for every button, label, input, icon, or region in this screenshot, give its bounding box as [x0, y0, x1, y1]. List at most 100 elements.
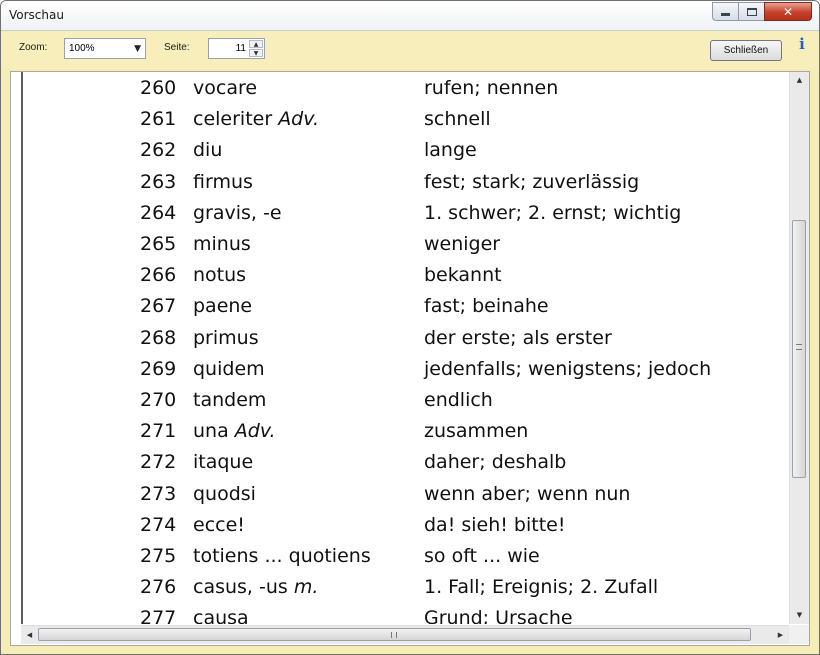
vocab-german: fest; stark; zuverlässig	[424, 170, 640, 193]
vocab-row: 260 vocare rufen; nennen	[23, 74, 788, 105]
vocab-german: fast; beinahe	[424, 295, 549, 318]
vocab-latin: primus	[193, 327, 259, 349]
scrollbar-corner	[789, 625, 809, 644]
vocab-latin-word: ecce!	[193, 513, 245, 536]
scroll-down-icon[interactable]: ▼	[790, 607, 809, 624]
vocab-latin: totiens ... quotiens	[193, 545, 371, 567]
vocab-latin-word: firmus	[193, 170, 253, 193]
vocab-latin-word: minus	[193, 233, 251, 255]
vocab-number: 276	[140, 576, 177, 599]
vocab-german: rufen; nennen	[424, 77, 559, 99]
vocab-latin-word: totiens ... quotiens	[193, 545, 371, 567]
horizontal-scrollbar[interactable]: ◀ ▶	[21, 625, 789, 644]
vocab-latin-word: causa	[193, 607, 249, 624]
vocab-german: jedenfalls; wenigstens; jedoch	[424, 357, 712, 380]
vocab-german: 1. schwer; 2. ernst; wichtig	[424, 201, 682, 224]
vocab-german: der erste; als erster	[424, 326, 612, 349]
close-button[interactable]: Schließen	[710, 40, 782, 61]
vocab-row: 269 quidem jedenfalls; wenigstens; jedoch	[23, 355, 788, 386]
vocab-latin: notus	[193, 264, 246, 286]
vocab-number: 268	[140, 326, 177, 349]
chevron-down-icon: ▼	[134, 44, 141, 54]
vocab-latin: quidem	[193, 358, 265, 380]
maximize-button[interactable]	[738, 2, 765, 21]
window-title: Vorschau	[9, 8, 64, 22]
vocab-german: da! sieh! bitte!	[424, 513, 566, 536]
zoom-label: Zoom:	[19, 42, 48, 53]
preview-window: Vorschau ✕ Zoom: 100% ▼ Seite: 11 ▲ ▼ Sc…	[0, 0, 820, 655]
vocab-german: lange	[424, 139, 477, 162]
page-stepper[interactable]: 11 ▲ ▼	[208, 38, 265, 59]
vertical-scroll-thumb[interactable]	[792, 220, 806, 478]
title-bar[interactable]: Vorschau ✕	[1, 1, 819, 31]
vocab-latin-word: quidem	[193, 357, 265, 380]
vocab-row: 267 paene fast; beinahe	[23, 292, 788, 323]
spin-up-icon[interactable]: ▲	[249, 40, 263, 48]
vocab-number: 267	[140, 295, 177, 318]
vocab-row: 276 casus, -us m. 1. Fall; Ereignis; 2. Zu…	[23, 573, 788, 604]
scroll-left-icon[interactable]: ◀	[21, 626, 38, 644]
info-icon[interactable]: i	[796, 35, 808, 53]
vocab-number: 273	[140, 482, 177, 505]
vocab-latin-word: quodsi	[193, 482, 256, 505]
vocab-german: weniger	[424, 233, 501, 255]
vocab-latin: itaque	[193, 451, 253, 473]
vocab-german: wenn aber; wenn nun	[424, 482, 631, 505]
vocab-latin-word: tandem	[193, 389, 267, 411]
vocab-grammar-note: m.	[293, 576, 319, 599]
vocab-latin: diu	[193, 139, 222, 161]
vocab-number: 277	[140, 607, 177, 624]
window-close-button[interactable]: ✕	[764, 2, 812, 21]
vocab-latin: tandem	[193, 389, 266, 411]
vocab-german: zusammen	[424, 420, 529, 443]
vocab-latin-word: primus	[193, 326, 259, 349]
close-icon: ✕	[782, 4, 794, 19]
vocab-number: 262	[140, 139, 177, 162]
vocab-latin: ecce!	[193, 514, 245, 536]
vocab-latin-word: itaque	[193, 451, 254, 474]
vocab-latin: casus, -us m.	[193, 576, 318, 598]
vocab-row: 263 firmus fest; stark; zuverlässig	[23, 168, 788, 199]
vocab-number: 275	[140, 545, 177, 567]
vocab-number: 260	[140, 77, 177, 99]
vocab-number: 263	[140, 170, 177, 193]
vocab-latin-word: una	[193, 420, 235, 443]
vocab-number: 264	[140, 201, 177, 224]
toolbar: Zoom: 100% ▼ Seite: 11 ▲ ▼ Schließen i	[1, 32, 819, 69]
vocab-number: 261	[140, 108, 177, 131]
vocab-row: 277 causa Grund; Ursache	[23, 604, 788, 624]
page-label: Seite:	[164, 42, 190, 53]
vocab-number: 272	[140, 451, 177, 474]
vocab-german: so oft ... wie	[424, 545, 540, 567]
vocab-latin: minus	[193, 233, 251, 255]
spin-down-icon[interactable]: ▼	[249, 49, 263, 57]
vocab-latin: paene	[193, 295, 252, 317]
vocab-row: 270 tandem endlich	[23, 386, 788, 417]
vocab-row: 265 minus weniger	[23, 230, 788, 261]
vocab-number: 269	[140, 357, 177, 380]
vocab-grammar-note: Adv.	[278, 108, 319, 131]
vocab-latin-word: diu	[193, 139, 223, 162]
scroll-right-icon[interactable]: ▶	[772, 626, 789, 644]
scroll-up-icon[interactable]: ▲	[790, 72, 809, 89]
zoom-value: 100%	[69, 43, 95, 54]
vocab-latin-word: gravis, -e	[193, 201, 282, 224]
vocab-german: endlich	[424, 389, 493, 411]
vocab-latin-word: casus, -us	[193, 576, 294, 599]
preview-area: 260 vocare rufen; nennen 261 celeriter Adv. s…	[10, 71, 810, 646]
vocab-german: schnell	[424, 108, 491, 131]
vocab-latin: firmus	[193, 171, 253, 193]
page-spin-buttons: ▲ ▼	[249, 40, 263, 57]
vocab-number: 270	[140, 389, 177, 411]
vocab-latin-word: celeriter	[193, 108, 279, 131]
vocab-latin: celeriter Adv.	[193, 108, 319, 130]
maximize-icon	[746, 7, 757, 16]
vocab-german: 1. Fall; Ereignis; 2. Zufall	[424, 576, 659, 599]
minimize-button[interactable]	[712, 2, 739, 21]
vocab-grammar-note: Adv.	[234, 420, 276, 443]
vocab-number: 266	[140, 264, 177, 287]
vertical-scrollbar[interactable]: ▲ ▼	[789, 72, 809, 624]
horizontal-scroll-thumb[interactable]	[38, 628, 751, 641]
zoom-select[interactable]: 100% ▼	[64, 38, 146, 59]
vocab-row: 275 totiens ... quotiens so oft ... wie	[23, 542, 788, 573]
